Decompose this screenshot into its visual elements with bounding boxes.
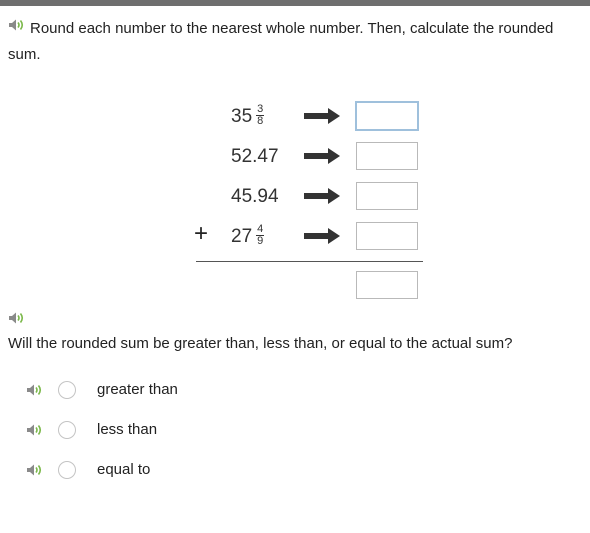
right-arrow-icon — [304, 228, 340, 244]
rounded-answer-4-input[interactable] — [356, 222, 418, 250]
addend-1-denominator: 8 — [257, 115, 264, 128]
addend-4-fraction: 49 — [256, 224, 265, 248]
rounded-sum-input[interactable] — [356, 271, 418, 299]
addend-1-fraction: 38 — [256, 104, 265, 128]
rounded-answer-1-input[interactable] — [355, 101, 419, 131]
addend-3: 45.94 — [231, 185, 279, 209]
option-greater-than-label[interactable]: greater than — [97, 380, 178, 400]
instructions-text: Round each number to the nearest whole n… — [8, 20, 554, 63]
rounded-answer-2-input[interactable] — [356, 142, 418, 170]
option-equal-to-radio[interactable] — [58, 461, 76, 479]
plus-operator: + — [194, 220, 209, 247]
option-greater-than-radio[interactable] — [58, 381, 76, 399]
right-arrow-icon — [304, 108, 340, 124]
addend-1-whole: 35 — [231, 106, 253, 127]
rounded-answer-3-input[interactable] — [356, 182, 418, 210]
instructions: Round each number to the nearest whole n… — [8, 16, 586, 68]
question-text: Will the rounded sum be greater than, le… — [8, 335, 513, 352]
sum-line — [196, 261, 423, 262]
right-arrow-icon — [304, 148, 340, 164]
option-less-than-label[interactable]: less than — [97, 420, 157, 440]
addend-2: 52.47 — [231, 145, 279, 169]
speaker-icon[interactable] — [26, 463, 44, 477]
addend-1: 35 3 8 — [231, 104, 265, 129]
speaker-icon[interactable] — [26, 383, 44, 397]
right-arrow-icon — [304, 188, 340, 204]
addend-2-value: 52.47 — [231, 146, 279, 167]
speaker-icon[interactable] — [8, 311, 26, 325]
top-bar — [0, 0, 590, 6]
addend-4-denominator: 9 — [257, 235, 264, 248]
addend-4-whole: 27 — [231, 226, 253, 247]
speaker-icon[interactable] — [26, 423, 44, 437]
option-equal-to-label[interactable]: equal to — [97, 460, 150, 480]
addend-3-value: 45.94 — [231, 186, 279, 207]
option-less-than-radio[interactable] — [58, 421, 76, 439]
addend-4: 27 4 9 — [231, 224, 265, 249]
